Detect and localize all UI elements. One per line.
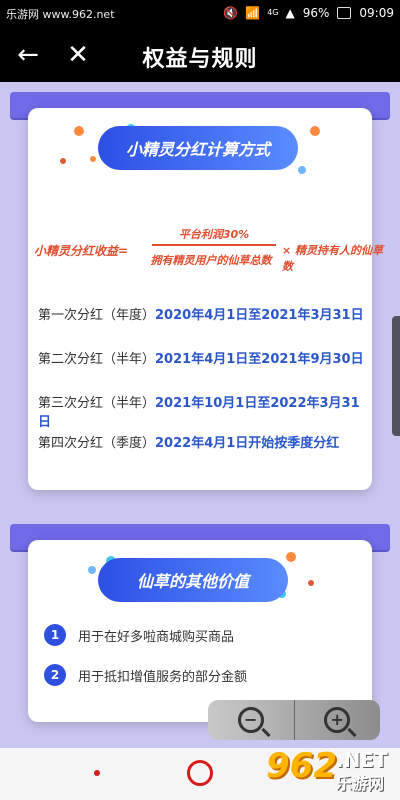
decoration-dot bbox=[90, 156, 96, 162]
section-title-pill: 仙草的其他价值 bbox=[98, 558, 288, 602]
watermark-text: 乐游网 www.962.net bbox=[6, 8, 115, 21]
page-title: 权益与规则 bbox=[142, 47, 258, 72]
dividend-card: 小精灵分红计算方式 小精灵分红收益= 平台利润30% 拥有精灵用户的仙草总数 ×… bbox=[28, 108, 383, 490]
zoom-in-icon: + bbox=[324, 707, 351, 733]
decoration-dot bbox=[308, 580, 314, 586]
wifi-icon: 📶 bbox=[245, 6, 261, 20]
zoom-in-button[interactable]: + bbox=[295, 700, 381, 740]
decoration-dot bbox=[60, 158, 66, 164]
decoration-dot bbox=[298, 166, 306, 174]
scrollbar[interactable] bbox=[392, 316, 400, 436]
status-bar: 乐游网 www.962.net 🔇 📶 4G ▲ 96% 09:09 bbox=[0, 0, 400, 28]
battery-icon bbox=[337, 7, 352, 19]
watermark-logo: 962 .NET 乐游网 bbox=[266, 746, 388, 793]
dividend-item: 第一次分红（年度）2020年4月1日至2021年3月31日 bbox=[38, 308, 364, 323]
dividend-item: 第二次分红（半年）2021年4月1日至2021年9月30日 bbox=[38, 352, 364, 367]
battery-percent: 96% bbox=[302, 6, 330, 20]
decoration-dot bbox=[88, 566, 96, 574]
dividend-item: 第三次分红（半年）2021年10月1日至2022年3月31日 bbox=[38, 396, 360, 430]
value-card: 仙草的其他价值 1 用于在好多啦商城购买商品 2 用于抵扣增值服务的部分金额 bbox=[28, 540, 372, 722]
nav-dot-button[interactable] bbox=[94, 770, 100, 776]
item-text: 用于抵扣增值服务的部分金额 bbox=[78, 669, 248, 685]
app-header: ← ✕ 权益与规则 bbox=[0, 28, 400, 82]
formula-right: × 精灵持有人的仙草数 bbox=[282, 244, 384, 273]
clock: 09:09 bbox=[359, 6, 394, 20]
decoration-dot bbox=[310, 126, 320, 136]
section-title-pill: 小精灵分红计算方式 bbox=[98, 126, 298, 170]
mute-icon: 🔇 bbox=[223, 6, 239, 20]
item-text: 用于在好多啦商城购买商品 bbox=[78, 629, 235, 645]
network-indicator: 4G bbox=[267, 8, 279, 17]
signal-icon: ▲ bbox=[285, 6, 295, 20]
dividend-item: 第四次分红（季度）2022年4月1日开始按季度分红 bbox=[38, 436, 340, 451]
formula-denominator: 拥有精灵用户的仙草总数 bbox=[150, 254, 272, 267]
decoration-dot bbox=[74, 126, 84, 136]
formula-left: 小精灵分红收益= bbox=[34, 244, 129, 258]
formula-numerator: 平台利润30% bbox=[178, 228, 250, 241]
list-item: 1 用于在好多啦商城购买商品 bbox=[44, 624, 234, 646]
zoom-control: − + bbox=[208, 700, 380, 740]
list-item: 2 用于抵扣增值服务的部分金额 bbox=[44, 664, 247, 686]
item-number-badge: 2 bbox=[44, 664, 66, 686]
zoom-out-button[interactable]: − bbox=[208, 700, 294, 740]
zoom-out-icon: − bbox=[237, 707, 264, 733]
item-number-badge: 1 bbox=[44, 624, 66, 646]
home-circle-button[interactable] bbox=[187, 760, 213, 786]
decoration-dot bbox=[286, 552, 296, 562]
formula-fraction-line bbox=[152, 244, 276, 246]
